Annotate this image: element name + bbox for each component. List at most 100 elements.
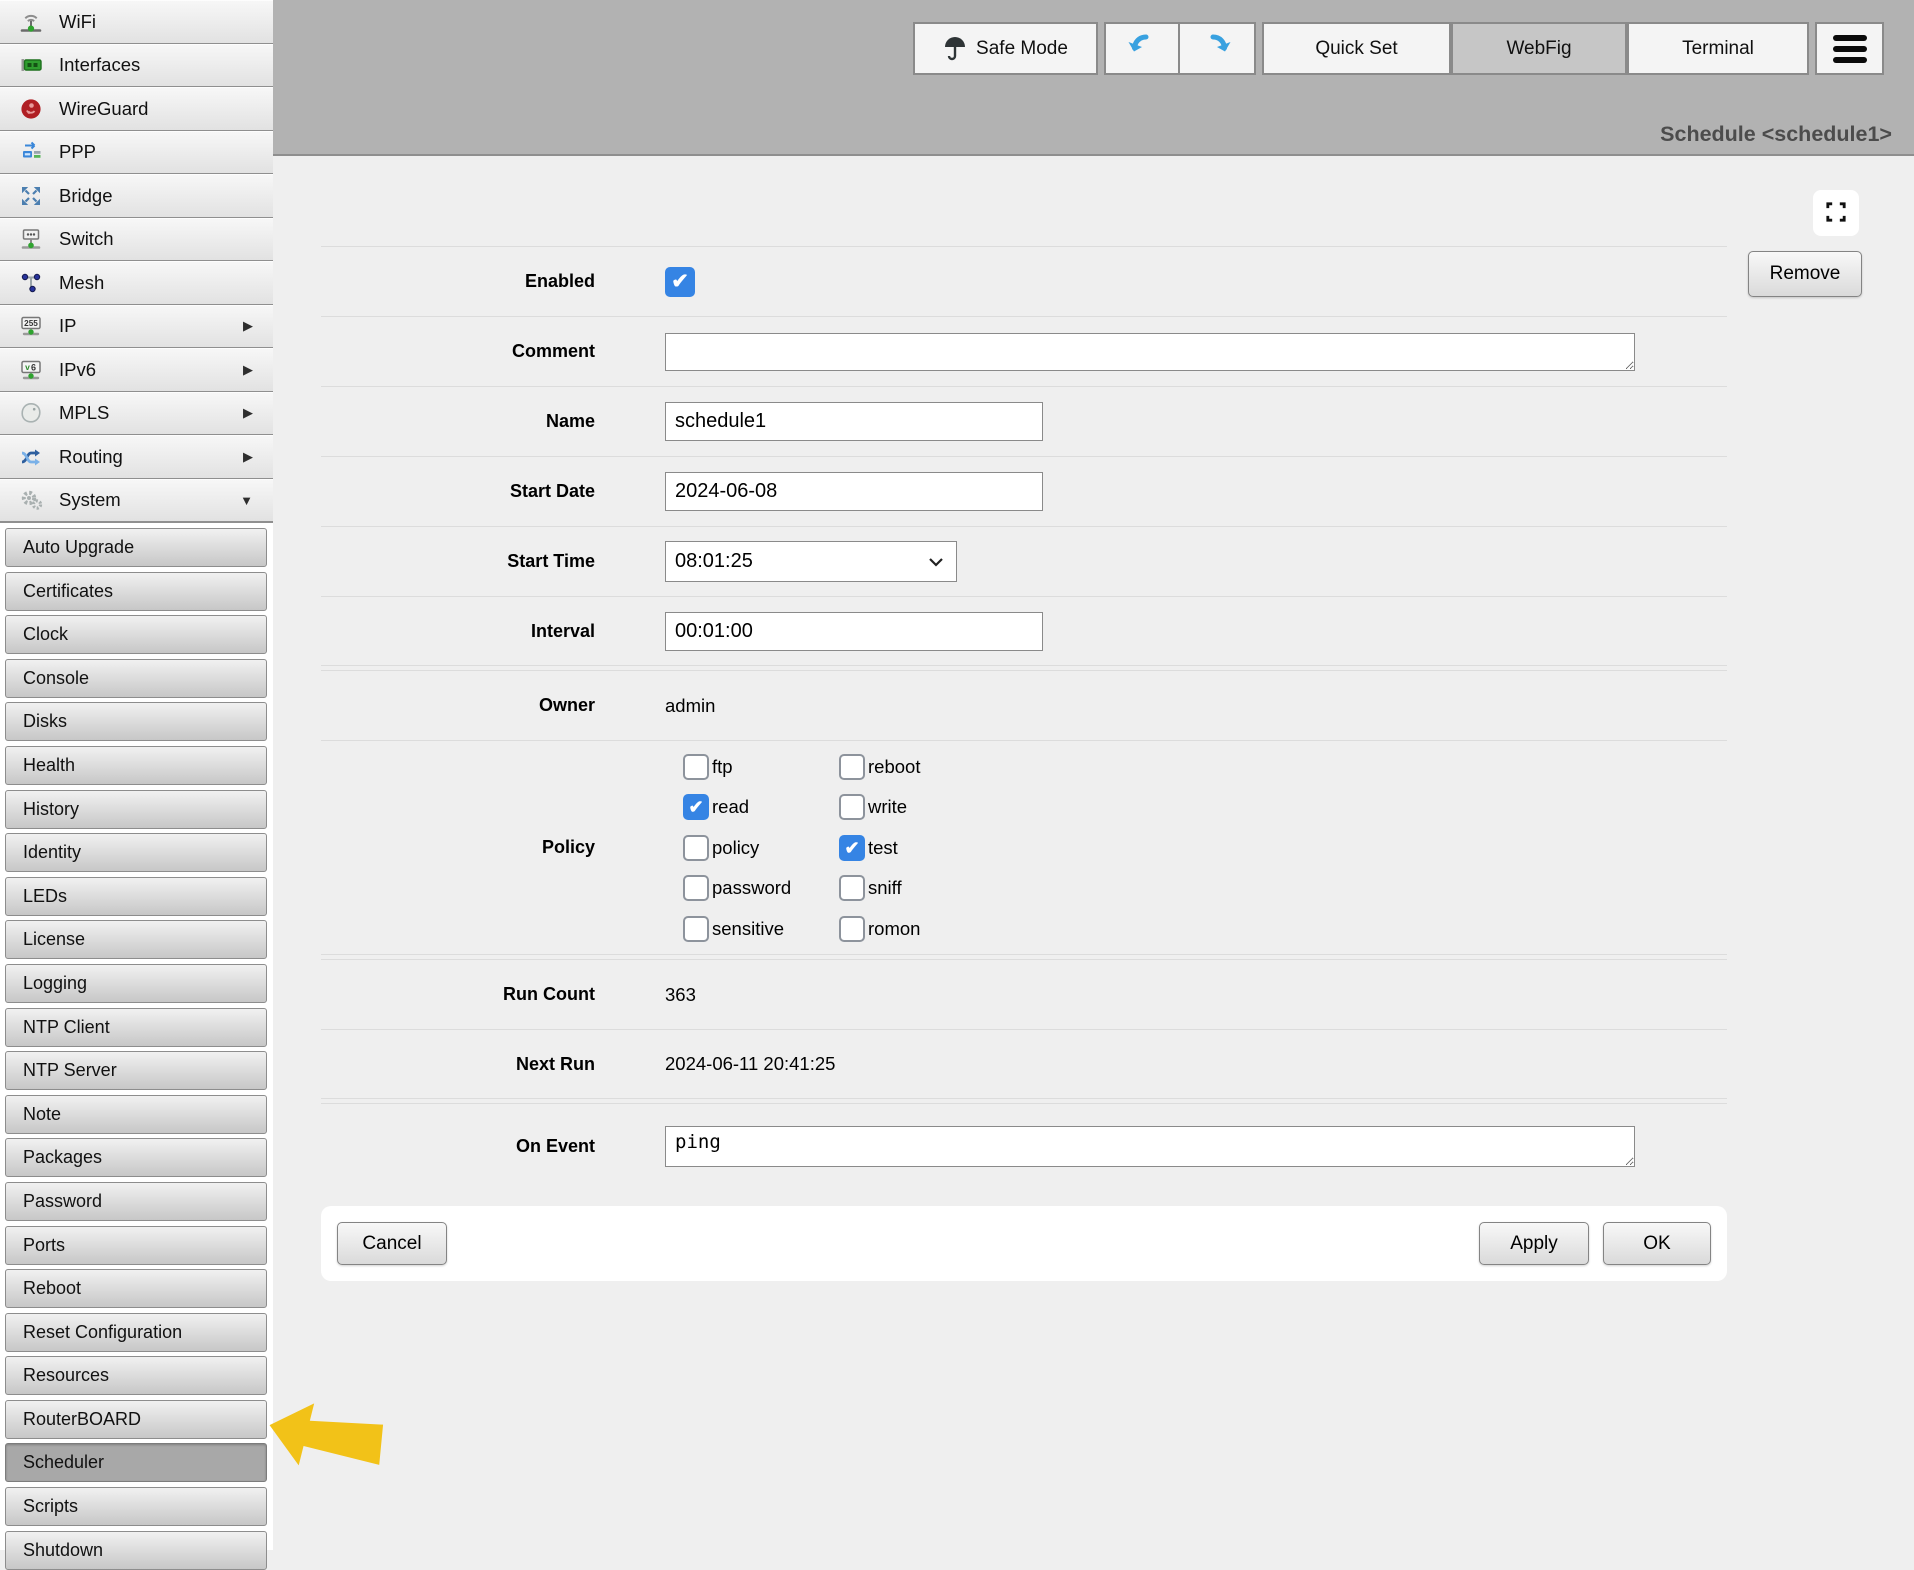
sidebar-item-label: IP xyxy=(59,315,243,337)
submenu-item-label: Disks xyxy=(23,711,67,732)
comment-input[interactable] xyxy=(665,333,1635,371)
top-toolbar: Safe Mode Quick Set WebFig Terminal xyxy=(913,22,1884,75)
submenu-item-label: License xyxy=(23,929,85,950)
policy-checkbox[interactable] xyxy=(683,754,709,780)
system-submenu-item[interactable]: Logging xyxy=(5,964,267,1003)
policy-checkbox[interactable] xyxy=(683,916,709,942)
sidebar-item-ipv6[interactable]: v6 IPv6 ▶ xyxy=(0,348,273,392)
submenu-item-label: LEDs xyxy=(23,886,67,907)
system-submenu-item[interactable]: Health xyxy=(5,746,267,785)
fullscreen-button[interactable] xyxy=(1813,190,1859,236)
submenu-item-label: Note xyxy=(23,1104,61,1125)
system-submenu-item[interactable]: Scheduler xyxy=(5,1443,267,1482)
system-submenu-item[interactable]: Shutdown xyxy=(5,1531,267,1570)
sidebar-item-interfaces[interactable]: Interfaces xyxy=(0,44,273,88)
tab-quick-set[interactable]: Quick Set xyxy=(1262,22,1451,75)
safe-mode-button[interactable]: Safe Mode xyxy=(913,22,1098,75)
submenu-item-label: NTP Client xyxy=(23,1017,110,1038)
row-policy: Policy ftp read policy xyxy=(321,740,1727,955)
ppp-icon xyxy=(16,138,46,166)
interval-input[interactable] xyxy=(665,612,1043,651)
system-submenu-item[interactable]: Clock xyxy=(5,615,267,654)
sidebar-item-label: PPP xyxy=(59,141,253,163)
system-submenu-item[interactable]: NTP Client xyxy=(5,1008,267,1047)
sidebar-item-routing[interactable]: Routing ▶ xyxy=(0,435,273,479)
chevron-right-icon: ▶ xyxy=(243,449,253,465)
submenu-item-label: Ports xyxy=(23,1235,65,1256)
system-submenu-item[interactable]: License xyxy=(5,920,267,959)
system-submenu-item[interactable]: History xyxy=(5,790,267,829)
system-submenu: Auto Upgrade Certificates Clock Console … xyxy=(0,522,273,1550)
row-run-count: Run Count 363 xyxy=(321,959,1727,1029)
sidebar-item-mpls[interactable]: MPLS ▶ xyxy=(0,392,273,436)
redo-button[interactable] xyxy=(1180,22,1256,75)
policy-option: password xyxy=(683,868,839,909)
routing-icon xyxy=(16,443,46,471)
system-submenu-item[interactable]: Packages xyxy=(5,1138,267,1177)
cancel-button[interactable]: Cancel xyxy=(337,1222,447,1265)
sidebar-item-ppp[interactable]: PPP xyxy=(0,131,273,175)
system-submenu-item[interactable]: Resources xyxy=(5,1356,267,1395)
row-owner: Owner admin xyxy=(321,670,1727,740)
system-submenu-item[interactable]: Scripts xyxy=(5,1487,267,1526)
policy-checkbox[interactable] xyxy=(839,875,865,901)
sidebar-item-switch[interactable]: Switch xyxy=(0,218,273,262)
submenu-item-label: Clock xyxy=(23,624,68,645)
policy-option-label: policy xyxy=(712,837,759,859)
schedule-form: Enabled Comment Name Start Date Start Ti… xyxy=(321,158,1727,1188)
tab-terminal[interactable]: Terminal xyxy=(1627,22,1809,75)
sidebar-item-wifi[interactable]: WiFi xyxy=(0,0,273,44)
system-submenu-item[interactable]: Ports xyxy=(5,1226,267,1265)
sidebar-item-ip[interactable]: 255 IP ▶ xyxy=(0,305,273,349)
remove-button[interactable]: Remove xyxy=(1748,251,1862,297)
policy-checkbox[interactable] xyxy=(839,794,865,820)
policy-option: ftp xyxy=(683,746,839,787)
start-time-value: 08:01:25 xyxy=(675,550,753,573)
system-submenu-item[interactable]: Reboot xyxy=(5,1269,267,1308)
system-submenu-item[interactable]: Reset Configuration xyxy=(5,1313,267,1352)
system-submenu-item[interactable]: Note xyxy=(5,1095,267,1134)
policy-checkbox[interactable] xyxy=(839,754,865,780)
name-input[interactable] xyxy=(665,402,1043,441)
sidebar-item-wireguard[interactable]: WireGuard xyxy=(0,87,273,131)
sidebar-item-system[interactable]: System ▼ xyxy=(0,479,273,523)
policy-column-2: reboot write test sniff xyxy=(839,746,995,949)
system-submenu-item[interactable]: LEDs xyxy=(5,877,267,916)
system-submenu-item[interactable]: RouterBOARD xyxy=(5,1400,267,1439)
menu-hamburger-button[interactable] xyxy=(1815,22,1884,75)
start-date-input[interactable] xyxy=(665,472,1043,511)
policy-checkbox[interactable] xyxy=(683,835,709,861)
undo-button[interactable] xyxy=(1104,22,1180,75)
sidebar-item-bridge[interactable]: Bridge xyxy=(0,174,273,218)
sidebar-item-label: Interfaces xyxy=(59,54,253,76)
enabled-checkbox[interactable] xyxy=(665,267,695,297)
system-submenu-item[interactable]: Identity xyxy=(5,833,267,872)
submenu-item-label: Logging xyxy=(23,973,87,994)
apply-button[interactable]: Apply xyxy=(1479,1222,1589,1265)
name-label: Name xyxy=(321,411,595,432)
sidebar-item-mesh[interactable]: Mesh xyxy=(0,261,273,305)
mpls-icon xyxy=(16,399,46,427)
ok-button[interactable]: OK xyxy=(1603,1222,1711,1265)
system-submenu-item[interactable]: NTP Server xyxy=(5,1051,267,1090)
tab-webfig[interactable]: WebFig xyxy=(1451,22,1627,75)
start-time-select[interactable]: 08:01:25 xyxy=(665,541,957,582)
policy-option-label: ftp xyxy=(712,756,733,778)
policy-option-label: test xyxy=(868,837,898,859)
system-submenu-item[interactable]: Password xyxy=(5,1182,267,1221)
policy-option-label: read xyxy=(712,796,749,818)
wireguard-icon xyxy=(16,95,46,123)
system-submenu-item[interactable]: Certificates xyxy=(5,572,267,611)
policy-checkbox[interactable] xyxy=(683,794,709,820)
policy-checkbox[interactable] xyxy=(683,875,709,901)
system-submenu-item[interactable]: Disks xyxy=(5,702,267,741)
system-submenu-item[interactable]: Console xyxy=(5,659,267,698)
on-event-input[interactable]: ping xyxy=(665,1126,1635,1167)
system-submenu-item[interactable]: Auto Upgrade xyxy=(5,528,267,567)
policy-checkbox[interactable] xyxy=(839,835,865,861)
sidebar: WiFi Interfaces WireGuard PPP Bridge xyxy=(0,0,273,1550)
policy-checkbox[interactable] xyxy=(839,916,865,942)
header-band: Safe Mode Quick Set WebFig Terminal xyxy=(273,0,1914,156)
chevron-right-icon: ▶ xyxy=(243,405,253,421)
run-count-value: 363 xyxy=(665,984,696,1006)
